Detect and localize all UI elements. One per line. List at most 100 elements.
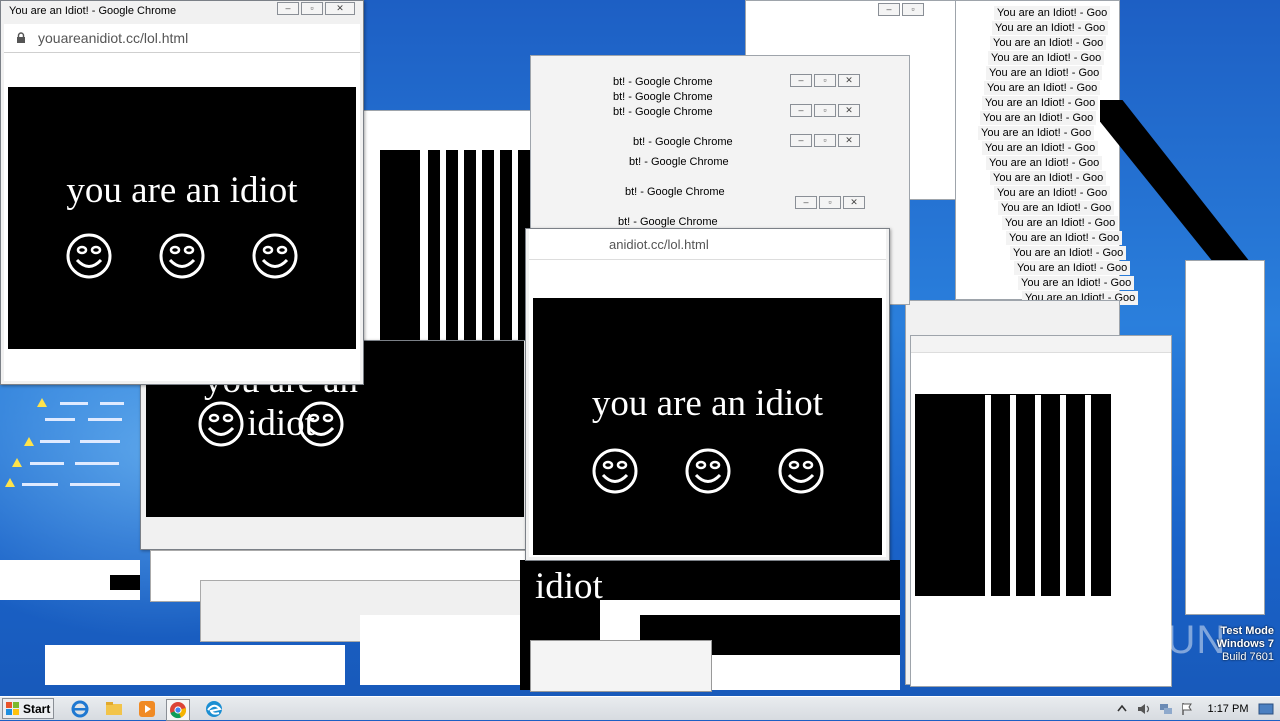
desktop-icon-label <box>30 462 64 465</box>
desktop-icon-label <box>60 402 88 405</box>
cascade-title: bt! - Google Chrome <box>622 185 728 199</box>
smiley-icon <box>66 233 112 279</box>
smiley-icon <box>252 233 298 279</box>
address-bar[interactable]: youareanidiot.cc/lol.html <box>4 24 360 53</box>
cascade-title: You are an Idiot! - Goo <box>982 96 1099 110</box>
window-controls: – ▫ ✕ <box>790 134 860 147</box>
window-controls: – ▫ ✕ <box>790 104 860 117</box>
maximize-icon[interactable]: ▫ <box>301 2 323 15</box>
browser-window[interactable]: anidiot.cc/lol.html you are an idiot <box>525 228 890 561</box>
window-controls: – ▫ ✕ <box>277 2 355 15</box>
close-icon[interactable]: ✕ <box>838 74 860 87</box>
cascade-title: bt! - Google Chrome <box>630 135 736 149</box>
minimize-icon[interactable]: – <box>878 3 900 16</box>
desktop-icon[interactable] <box>12 458 22 467</box>
start-button[interactable]: Start <box>2 698 54 719</box>
page-text: you are an idiot <box>591 383 824 424</box>
fragment-text: idiot <box>535 566 603 607</box>
cascade-title: You are an Idiot! - Goo <box>986 156 1103 170</box>
desktop-icon-label <box>22 483 58 486</box>
cascade-title: You are an Idiot! - Goo <box>1006 231 1123 245</box>
close-icon[interactable]: ✕ <box>838 104 860 117</box>
cascade-title: You are an Idiot! - Goo <box>1014 261 1131 275</box>
window-controls: – ▫ ✕ <box>790 74 860 87</box>
ie-icon[interactable] <box>70 699 90 719</box>
cascade-smear <box>360 615 520 685</box>
edge-icon[interactable] <box>204 699 224 719</box>
media-player-icon[interactable] <box>137 699 157 719</box>
browser-window[interactable]: You are an Idiot! - Google Chrome – ▫ ✕ … <box>0 0 364 385</box>
cascade-title: You are an Idiot! - Goo <box>994 6 1111 20</box>
cascade-smear <box>45 645 345 685</box>
title-bar[interactable]: You are an Idiot! - Google Chrome – ▫ ✕ <box>1 1 363 23</box>
page-content: you are an idiot <box>4 53 360 381</box>
desktop-icon-label <box>100 402 124 405</box>
desktop-icon-label <box>80 440 120 443</box>
desktop-icon-label <box>88 418 122 421</box>
cascade-title: You are an Idiot! - Goo <box>992 21 1109 35</box>
cascade-title: You are an Idiot! - Goo <box>998 201 1115 215</box>
desktop-icon-label <box>45 418 75 421</box>
desktop-icon-label <box>40 440 70 443</box>
clock[interactable]: 1:17 PM <box>1198 703 1258 715</box>
minimize-icon[interactable]: – <box>790 74 812 87</box>
chevron-up-icon[interactable] <box>1116 703 1128 715</box>
flag-icon[interactable] <box>1180 702 1194 716</box>
url-text[interactable]: youareanidiot.cc/lol.html <box>38 30 188 46</box>
smiley-icon <box>198 401 244 447</box>
page-text: you are an idiot <box>66 170 298 211</box>
url-text[interactable]: anidiot.cc/lol.html <box>609 237 709 252</box>
desktop-icon-label <box>75 462 119 465</box>
cascade-title: You are an Idiot! - Goo <box>980 111 1097 125</box>
close-icon[interactable]: ✕ <box>843 196 865 209</box>
smiley-icon <box>685 448 730 494</box>
start-label: Start <box>23 701 51 716</box>
cascade-title: You are an Idiot! - Goo <box>1010 246 1127 260</box>
cascade-title: You are an Idiot! - Goo <box>988 51 1105 65</box>
smiley-icon <box>778 448 823 494</box>
minimize-icon[interactable]: – <box>790 104 812 117</box>
desktop-icon-label <box>70 483 120 486</box>
system-tray: 1:17 PM <box>1116 697 1280 720</box>
cascade-smear <box>530 640 712 692</box>
smiley-icon <box>159 233 205 279</box>
watermark-line: Windows 7 <box>1216 638 1274 650</box>
taskbar: Start 1:17 PM <box>0 696 1280 721</box>
maximize-icon[interactable]: ▫ <box>902 3 924 16</box>
desktop: – ▫ You are an Idiot! - Goo You are an Id… <box>0 0 1280 696</box>
cascade-smear <box>110 575 140 590</box>
ghost-window[interactable] <box>1185 260 1265 615</box>
cascade-title: You are an Idiot! - Goo <box>1002 216 1119 230</box>
cascade-title: You are an Idiot! - Goo <box>986 66 1103 80</box>
watermark-line: Build 7601 <box>1222 651 1274 663</box>
close-icon[interactable]: ✕ <box>325 2 355 15</box>
desktop-icon[interactable] <box>37 398 47 407</box>
network-icon[interactable] <box>1158 702 1174 716</box>
smiley-row <box>8 233 356 279</box>
show-desktop-icon[interactable] <box>1258 702 1274 716</box>
maximize-icon[interactable]: ▫ <box>819 196 841 209</box>
minimize-icon[interactable]: – <box>795 196 817 209</box>
cascade-title: You are an Idiot! - Goo <box>1018 276 1135 290</box>
minimize-icon[interactable]: – <box>277 2 299 15</box>
cascade-title: You are an Idiot! - Goo <box>990 36 1107 50</box>
desktop-icon[interactable] <box>24 437 34 446</box>
cascade-title: You are an Idiot! - Goo <box>994 186 1111 200</box>
maximize-icon[interactable]: ▫ <box>814 104 836 117</box>
desktop-icon[interactable] <box>5 478 15 487</box>
window-title: You are an Idiot! - Google Chrome <box>9 5 177 17</box>
maximize-icon[interactable]: ▫ <box>814 74 836 87</box>
cascade-title: You are an Idiot! - Goo <box>984 81 1101 95</box>
close-icon[interactable]: ✕ <box>838 134 860 147</box>
smiley-row <box>533 448 882 494</box>
cascade-title: You are an Idiot! - Goo <box>990 171 1107 185</box>
chrome-icon[interactable] <box>166 699 190 721</box>
maximize-icon[interactable]: ▫ <box>814 134 836 147</box>
cascade-title: You are an Idiot! - Goo <box>982 141 1099 155</box>
cascade-smear <box>1010 395 1016 685</box>
windows-logo-icon <box>6 701 19 715</box>
speaker-icon[interactable] <box>1136 702 1152 716</box>
minimize-icon[interactable]: – <box>790 134 812 147</box>
explorer-icon[interactable] <box>104 699 124 719</box>
smiley-icon <box>298 401 344 447</box>
